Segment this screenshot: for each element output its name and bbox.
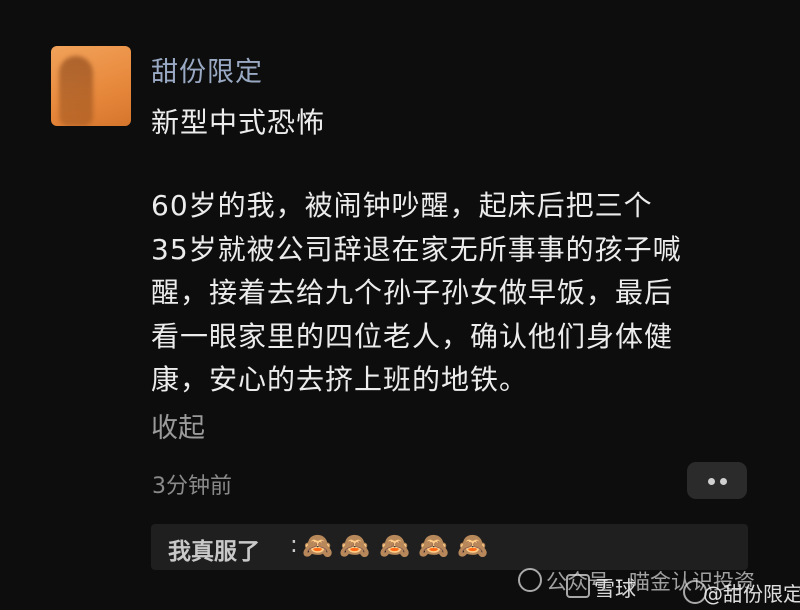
- see-no-evil-monkey-icon: 🙈: [457, 531, 489, 560]
- weibo-watermark: @甜份限定: [703, 582, 800, 606]
- post-body-line: 60岁的我，被闹钟吵醒，起床后把三个: [151, 189, 653, 222]
- more-dots-icon: [720, 478, 727, 485]
- wechat-icon: [518, 568, 542, 592]
- post-body-line: 35岁就被公司辞退在家无所事事的孩子喊: [151, 232, 682, 266]
- see-no-evil-monkey-icon: 🙈: [379, 531, 411, 560]
- more-options-button[interactable]: [687, 462, 747, 499]
- post-username[interactable]: 甜份限定: [151, 50, 263, 89]
- post-timestamp: 3分钟前: [152, 474, 232, 499]
- post-body-line: 看一眼家里的四位老人，确认他们身体健: [151, 319, 674, 353]
- post-title: 新型中式恐怖: [151, 106, 326, 139]
- avatar-silhouette: [59, 56, 93, 126]
- post-body: 60岁的我，被闹钟吵醒，起床后把三个 35岁就被公司辞退在家无所事事的孩子喊 醒…: [151, 184, 751, 402]
- avatar[interactable]: [51, 46, 131, 126]
- see-no-evil-monkey-icon: 🙈: [302, 531, 334, 560]
- comment-separator: :: [290, 532, 298, 558]
- see-no-evil-monkey-icon: 🙈: [418, 531, 450, 560]
- xueqiu-logo-icon: [566, 574, 590, 598]
- post-body-line: 康，安心的去挤上班的地铁。: [151, 363, 529, 396]
- comment-username[interactable]: 我真服了: [168, 532, 260, 566]
- see-no-evil-monkey-icon: 🙈: [339, 531, 371, 560]
- collapse-button[interactable]: 收起: [151, 406, 205, 445]
- post-body-line: 醒，接着去给九个孙子孙女做早饭，最后: [151, 276, 674, 309]
- xueqiu-watermark: 雪球: [594, 577, 636, 601]
- more-dots-icon: [708, 478, 715, 485]
